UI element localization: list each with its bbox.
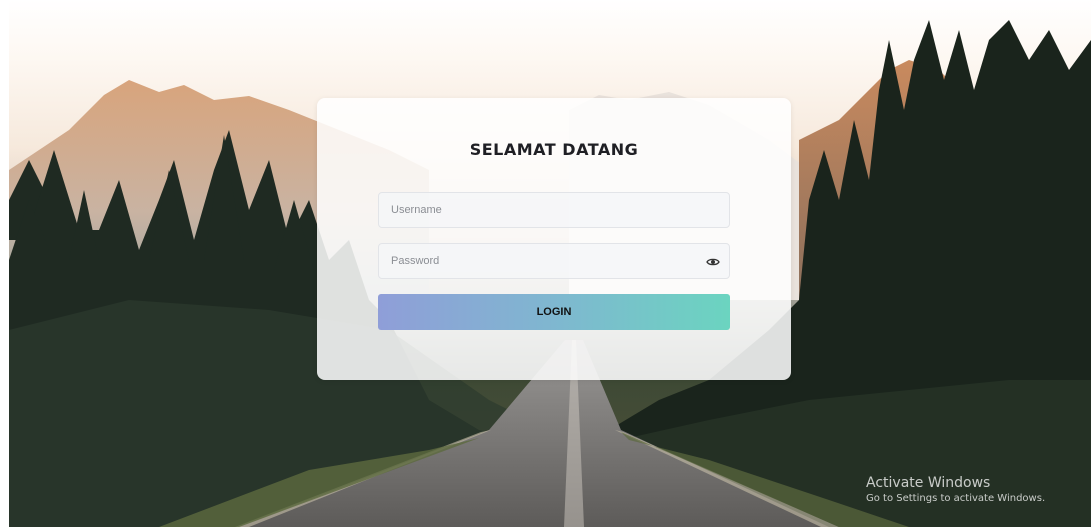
username-input[interactable] xyxy=(379,193,729,227)
password-input[interactable] xyxy=(379,244,729,278)
eye-icon[interactable] xyxy=(706,255,720,269)
watermark-subtitle: Go to Settings to activate Windows. xyxy=(866,493,1046,504)
password-field-container xyxy=(378,243,730,279)
login-page: SELAMAT DATANG LOGIN Activate Windows Go… xyxy=(0,0,1091,527)
username-field-container xyxy=(378,192,730,228)
windows-activation-watermark: Activate Windows Go to Settings to activ… xyxy=(866,474,1045,506)
login-button[interactable]: LOGIN xyxy=(378,294,730,330)
login-card: SELAMAT DATANG LOGIN xyxy=(317,98,791,380)
login-title: SELAMAT DATANG xyxy=(469,140,639,159)
watermark-title: Activate Windows xyxy=(866,475,991,491)
